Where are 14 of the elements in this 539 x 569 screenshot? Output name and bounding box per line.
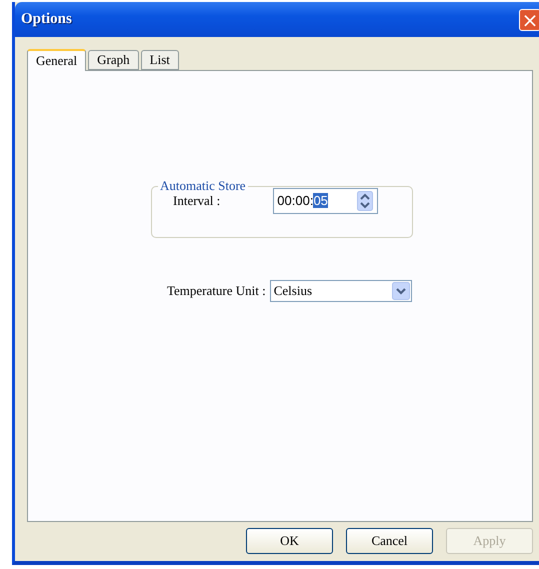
group-title: Automatic Store [159, 178, 247, 194]
interval-spinner[interactable]: 00:00:05 [273, 188, 378, 214]
dialog-button[interactable]: Cancel [346, 528, 433, 554]
tab[interactable]: List [140, 50, 179, 70]
tab[interactable]: General [27, 49, 86, 71]
window-title: Options [21, 11, 72, 28]
temperature-unit-label: Temperature Unit : [167, 283, 266, 299]
spin-arrows-icon[interactable] [357, 191, 374, 211]
interval-label: Interval : [173, 193, 220, 209]
chevron-down-icon[interactable] [392, 282, 410, 300]
dialog-button[interactable]: OK [246, 528, 333, 554]
temperature-unit-dropdown[interactable]: Celsius [270, 280, 412, 302]
close-button[interactable]: × [519, 8, 539, 30]
tab[interactable]: Graph [88, 50, 139, 70]
